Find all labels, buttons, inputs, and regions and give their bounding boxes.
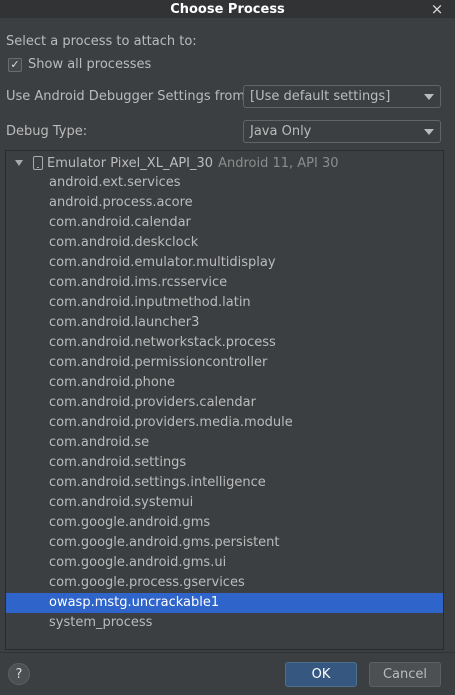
process-item[interactable]: android.process.acore xyxy=(6,193,443,213)
process-item[interactable]: com.google.android.gms.persistent xyxy=(6,533,443,553)
show-all-processes-checkbox[interactable]: ✓ Show all processes xyxy=(8,57,151,72)
checkmark-icon[interactable]: ✓ xyxy=(8,57,22,72)
device-node[interactable]: Emulator Pixel_XL_API_30 Android 11, API… xyxy=(6,153,443,173)
process-item[interactable]: system_process xyxy=(6,613,443,633)
process-item[interactable]: com.android.ims.rcsservice xyxy=(6,273,443,293)
process-item[interactable]: com.android.calendar xyxy=(6,213,443,233)
expand-arrow-icon[interactable] xyxy=(15,160,23,166)
process-item[interactable]: com.android.launcher3 xyxy=(6,313,443,333)
dialog-title: Choose Process xyxy=(170,1,285,17)
debugger-settings-value: [Use default settings] xyxy=(250,89,391,104)
process-item[interactable]: com.android.providers.media.module xyxy=(6,413,443,433)
process-item[interactable]: com.android.phone xyxy=(6,373,443,393)
process-item[interactable]: com.google.process.gservices xyxy=(6,573,443,593)
process-list: android.ext.services android.process.acor… xyxy=(6,173,443,633)
device-name: Emulator Pixel_XL_API_30 xyxy=(47,155,214,171)
process-item[interactable]: com.android.networkstack.process xyxy=(6,333,443,353)
footer-divider xyxy=(0,652,455,653)
help-button[interactable]: ? xyxy=(8,663,30,685)
title-bar: Choose Process × xyxy=(0,0,455,18)
process-item[interactable]: com.google.android.gms xyxy=(6,513,443,533)
process-item[interactable]: com.android.systemui xyxy=(6,493,443,513)
process-item[interactable]: android.ext.services xyxy=(6,173,443,193)
close-icon[interactable]: × xyxy=(429,0,445,18)
process-item[interactable]: com.android.inputmethod.latin xyxy=(6,293,443,313)
process-item[interactable]: com.android.settings.intelligence xyxy=(6,473,443,493)
device-api-info: Android 11, API 30 xyxy=(218,155,339,171)
ok-button[interactable]: OK xyxy=(285,662,357,687)
debug-type-dropdown[interactable]: Java Only xyxy=(243,120,441,143)
debugger-settings-label: Use Android Debugger Settings from: xyxy=(6,89,250,104)
process-item[interactable]: com.android.permissioncontroller xyxy=(6,353,443,373)
process-item[interactable]: com.android.settings xyxy=(6,453,443,473)
process-item[interactable]: com.google.android.gms.ui xyxy=(6,553,443,573)
debug-type-value: Java Only xyxy=(250,124,312,139)
show-all-processes-label[interactable]: Show all processes xyxy=(28,57,151,72)
device-icon xyxy=(33,156,43,170)
process-item[interactable]: com.android.providers.calendar xyxy=(6,393,443,413)
cancel-button[interactable]: Cancel xyxy=(369,662,441,687)
process-item[interactable]: owasp.mstg.uncrackable1 xyxy=(6,593,443,613)
chevron-down-icon xyxy=(424,129,434,135)
process-item[interactable]: com.android.emulator.multidisplay xyxy=(6,253,443,273)
debugger-settings-dropdown[interactable]: [Use default settings] xyxy=(243,85,441,108)
select-process-label: Select a process to attach to: xyxy=(6,34,197,49)
process-item[interactable]: com.android.se xyxy=(6,433,443,453)
process-tree[interactable]: Emulator Pixel_XL_API_30 Android 11, API… xyxy=(5,150,444,650)
debug-type-label: Debug Type: xyxy=(6,124,88,139)
process-item[interactable]: com.android.deskclock xyxy=(6,233,443,253)
chevron-down-icon xyxy=(424,94,434,100)
